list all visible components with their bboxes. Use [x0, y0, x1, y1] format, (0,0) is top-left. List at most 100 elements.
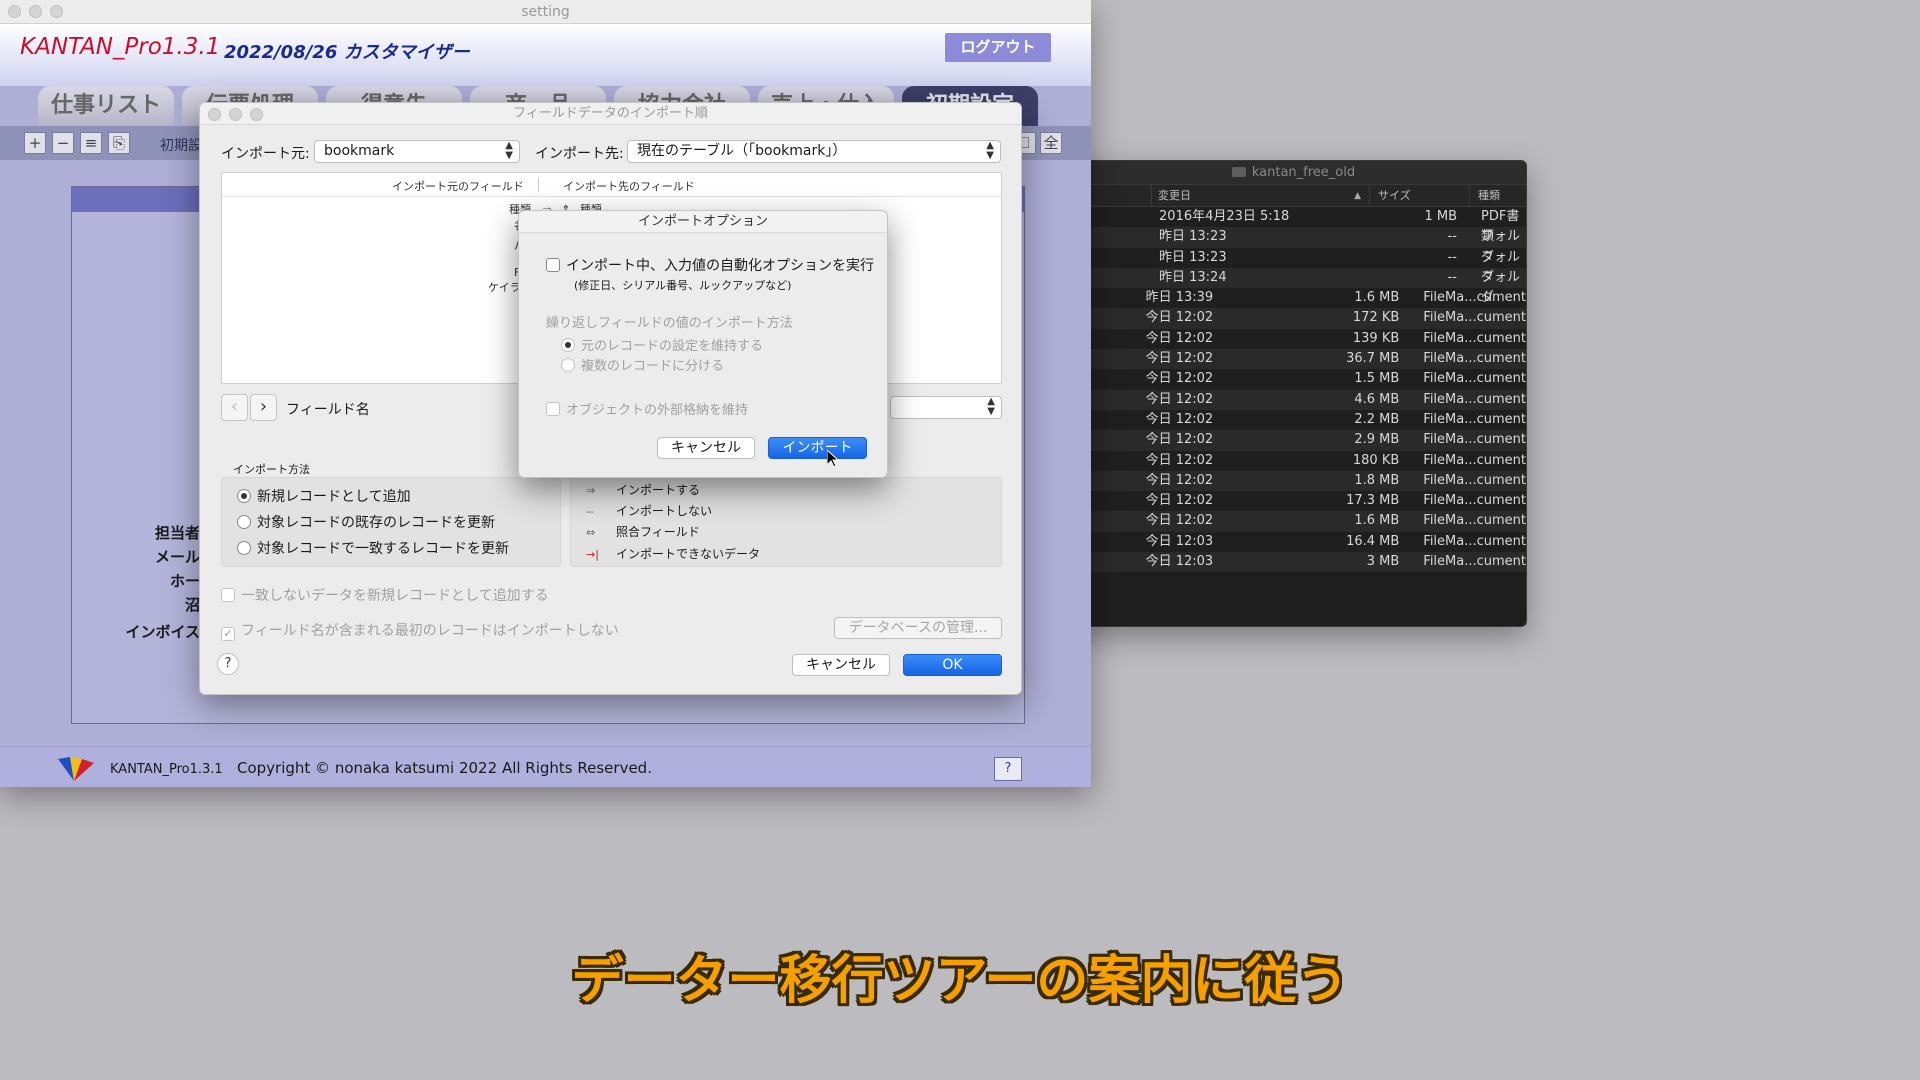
file-row[interactable]: f2016年4月23日 5:181 MBPDF書類 — [1061, 207, 1526, 244]
skip-first-record-checkbox[interactable]: ✓ フィールド名が含まれる最初のレコードはインポートしない — [221, 620, 619, 641]
file-kind: FileMa...cument — [1423, 533, 1526, 549]
file-size: 172 KB — [1352, 310, 1400, 326]
finder-window: kantan_free_old 変更日 ▲ サイズ 種類 f2016年4月23日 … — [1060, 160, 1527, 627]
add-record-icon[interactable]: + — [24, 132, 46, 154]
side-label-invoice: インボイス — [125, 623, 200, 641]
source-label: インポート元: — [221, 146, 310, 162]
popup-arrows-icon: ▲ ▼ — [986, 140, 994, 161]
dialog-window-controls — [208, 108, 263, 121]
file-date: 今日 12:02 — [1145, 391, 1214, 407]
zoom-window-button[interactable] — [50, 5, 63, 18]
file-row[interactable]: 昨日 13:39 1.6 MB FileMa...cument — [1061, 288, 1526, 308]
file-row[interactable]: 今日 12:02 4.6 MB FileMa...cument — [1061, 389, 1526, 410]
file-date: 今日 12:02 — [1145, 452, 1214, 468]
options-import-button[interactable]: インポート — [768, 437, 867, 459]
column-date-label: 変更日 — [1158, 189, 1191, 202]
file-kind: FileMa...cument — [1423, 290, 1526, 306]
legend-cannot-import-label: インポートできないデータ — [616, 547, 761, 561]
field-order-popup[interactable]: ▲ ▼ — [890, 396, 1002, 419]
file-size: 2.2 MB — [1354, 411, 1400, 427]
file-size: 17.3 MB — [1346, 493, 1400, 509]
kantan-logo-icon — [58, 757, 94, 781]
file-row[interactable]: 今日 12:02 2.2 MB FileMa...cument — [1061, 410, 1526, 430]
source-popup[interactable]: bookmark ▲ ▼ — [314, 140, 520, 163]
file-size: 1 MB — [1424, 209, 1457, 224]
file-size: 1.6 MB — [1354, 513, 1400, 529]
col-target-fields: インポート先のフィールド — [563, 180, 695, 193]
delete-record-icon[interactable]: − — [52, 132, 74, 154]
file-row[interactable]: 昨日 13:23 -- フォルダ — [1061, 248, 1526, 285]
match-field-icon: ⇔ — [586, 526, 596, 539]
dialog-help-button[interactable]: ? — [217, 653, 239, 675]
minimize-window-button[interactable] — [29, 5, 42, 18]
target-popup[interactable]: 現在のテーブル（「bookmark」） ▲ ▼ — [627, 140, 1001, 163]
column-size[interactable]: サイズ — [1369, 185, 1469, 206]
folder-icon — [1231, 167, 1246, 177]
dialog-minimize-button[interactable] — [229, 108, 242, 121]
file-row[interactable]: 今日 12:03 16.4 MB FileMa...cument — [1061, 532, 1526, 552]
file-row[interactable]: 今日 12:02 2.9 MB FileMa...cument — [1061, 430, 1526, 451]
file-size: -- — [1447, 229, 1457, 245]
file-row[interactable]: 昨日 13:23 -- フォルダ — [1061, 227, 1526, 265]
file-kind: FileMa...cument — [1423, 310, 1526, 326]
file-kind: FileMa...cument — [1423, 371, 1526, 387]
repeat-keep-original[interactable]: 元のレコードの設定を維持する — [561, 335, 763, 354]
checkbox-icon — [546, 402, 560, 416]
mouse-cursor-icon — [827, 450, 839, 468]
file-row[interactable]: 今日 12:02 172 KB FileMa...cument — [1061, 308, 1526, 329]
file-row[interactable]: 昨日 13:24 -- フォルダ — [1061, 267, 1526, 305]
dialog-ok-button[interactable]: OK — [903, 654, 1002, 676]
file-row[interactable]: 今日 12:02 1.6 MB FileMa...cument — [1061, 511, 1526, 532]
column-date[interactable]: 変更日 ▲ — [1151, 185, 1369, 206]
method-update-matching[interactable]: 対象レコードで一致するレコードを更新 — [237, 538, 509, 558]
prev-record-button[interactable]: ‹ — [221, 394, 248, 421]
file-kind: FileMa...cument — [1423, 432, 1526, 448]
list-view-icon[interactable]: ≡ — [80, 132, 102, 154]
file-row[interactable]: 今日 12:02 1.5 MB FileMa...cument — [1061, 369, 1526, 389]
legend-import-label: インポートする — [616, 483, 701, 497]
dialog-cancel-button[interactable]: キャンセル — [792, 654, 890, 676]
file-size: -- — [1447, 249, 1457, 265]
side-label-home: ホー — [169, 572, 200, 590]
file-date: 今日 12:02 — [1145, 472, 1214, 488]
manage-database-button[interactable]: データベースの管理... — [834, 617, 1002, 639]
file-date: 今日 12:02 — [1145, 310, 1214, 326]
column-kind[interactable]: 種類 — [1469, 185, 1526, 206]
next-record-button[interactable]: › — [250, 394, 277, 421]
file-row[interactable]: 今日 12:02 180 KB FileMa...cument — [1061, 451, 1526, 471]
file-kind: FileMa...cument — [1423, 330, 1526, 346]
file-date: 今日 12:02 — [1145, 513, 1214, 529]
file-date: 昨日 13:23 — [1159, 229, 1227, 245]
file-row[interactable]: 今日 12:02 139 KB FileMa...cument — [1061, 329, 1526, 349]
repeat-split-records[interactable]: 複数のレコードに分ける — [561, 355, 724, 374]
file-kind: FileMa...cument — [1423, 411, 1526, 427]
toolbar-label: 初期設 — [160, 138, 202, 154]
file-date: 昨日 13:23 — [1159, 249, 1227, 265]
logout-button[interactable]: ログアウト — [945, 33, 1051, 62]
close-window-button[interactable] — [8, 5, 21, 18]
file-row[interactable]: 今日 12:03 3 MB FileMa...cument — [1061, 552, 1526, 573]
method-add-new[interactable]: 新規レコードとして追加 — [237, 486, 411, 506]
footer-help-button[interactable]: ? — [994, 757, 1022, 781]
add-nonmatching-checkbox[interactable]: 一致しないデータを新規レコードとして追加する — [221, 585, 549, 605]
method-update-existing-label: 対象レコードの既存のレコードを更新 — [257, 515, 495, 531]
tab-job-list[interactable]: 仕事リスト — [38, 86, 174, 126]
import-order-title-bar: フィールドデータのインポート順 — [200, 103, 1021, 125]
sort-ascending-icon: ▲ — [1354, 191, 1361, 201]
options-cancel-button[interactable]: キャンセル — [657, 437, 755, 459]
file-row[interactable]: 今日 12:02 1.8 MB FileMa...cument — [1061, 470, 1526, 492]
finder-title-bar: kantan_free_old — [1061, 161, 1526, 185]
file-row[interactable]: 今日 12:02 36.7 MB FileMa...cument — [1061, 349, 1526, 370]
file-row[interactable]: 今日 12:02 17.3 MB FileMa...cument — [1061, 491, 1526, 511]
show-all-button[interactable]: 全 — [1040, 132, 1062, 154]
file-size: -- — [1447, 269, 1457, 285]
external-storage-checkbox[interactable]: オブジェクトの外部格納を維持 — [546, 399, 748, 418]
method-update-existing[interactable]: 対象レコードの既存のレコードを更新 — [237, 512, 495, 532]
legend-match-field: ⇔ 照合フィールド — [586, 523, 700, 540]
legend-match-field-label: 照合フィールド — [616, 525, 700, 539]
dialog-close-button[interactable] — [208, 108, 221, 121]
file-size: 3 MB — [1366, 554, 1400, 570]
duplicate-record-icon[interactable]: ⎘ — [108, 132, 130, 154]
auto-enter-checkbox[interactable]: インポート中、入力値の自動化オプションを実行 — [546, 255, 874, 275]
dialog-zoom-button[interactable] — [250, 108, 263, 121]
